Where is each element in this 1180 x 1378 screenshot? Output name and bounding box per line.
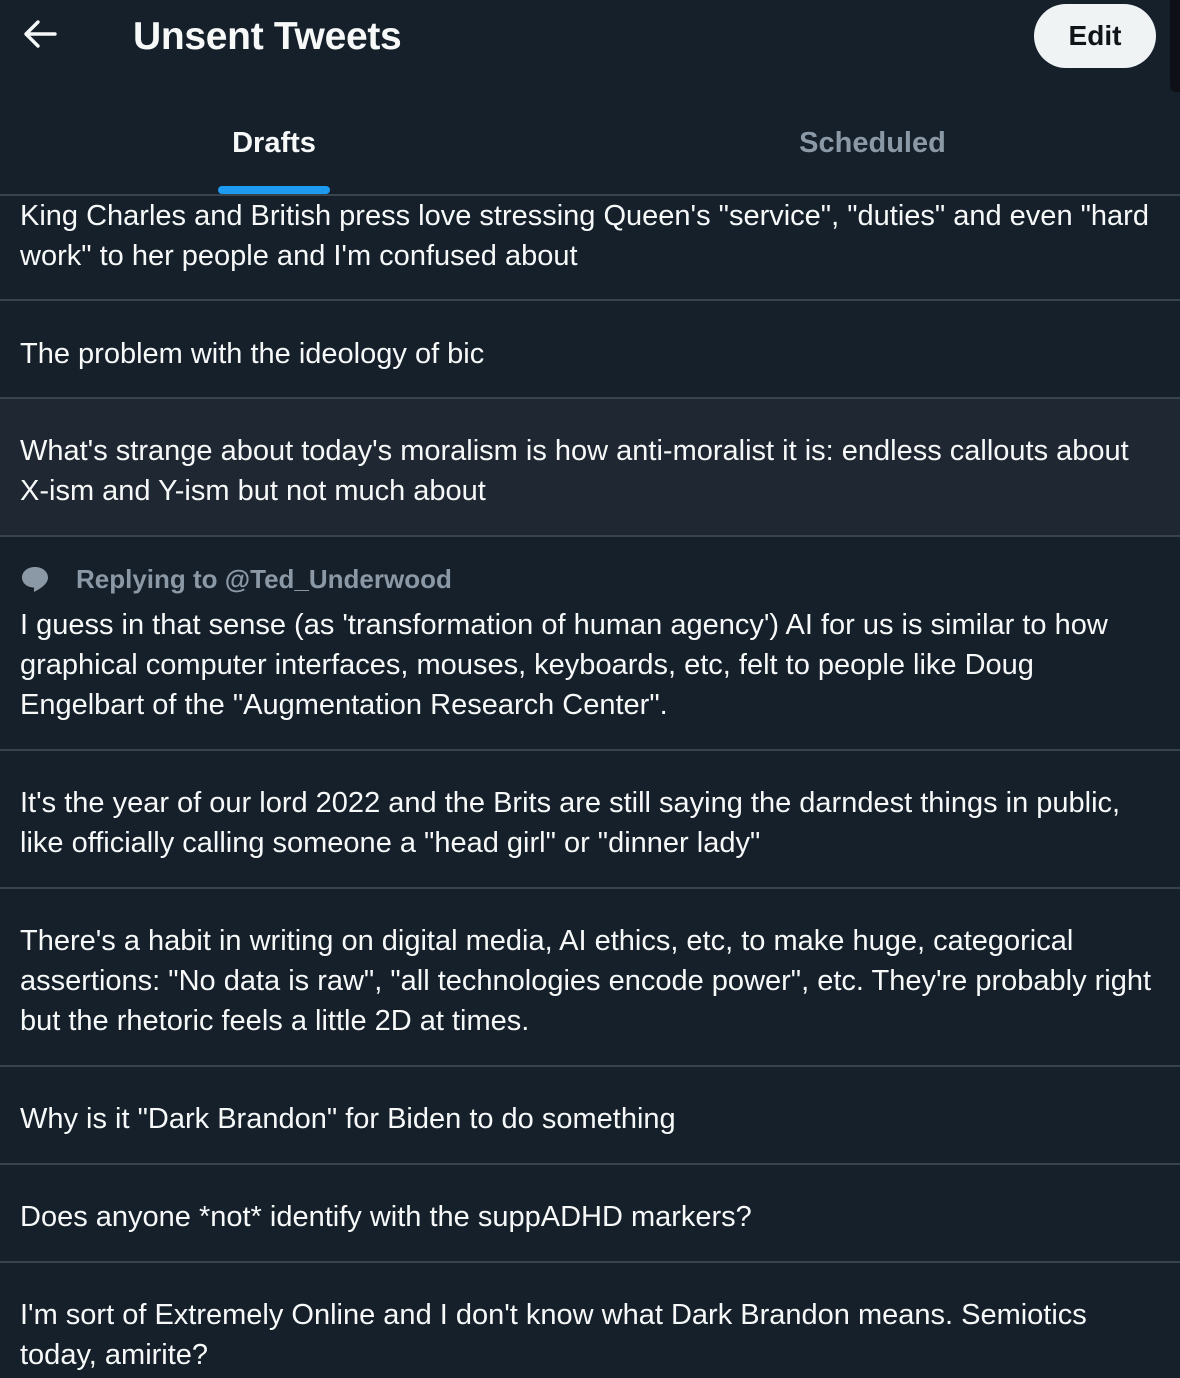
tab-drafts[interactable]: Drafts bbox=[0, 92, 548, 194]
draft-text: The problem with the ideology of bic bbox=[20, 338, 485, 370]
edit-button[interactable]: Edit bbox=[1034, 4, 1156, 68]
draft-text: Why is it "Dark Brandon" for Biden to do… bbox=[20, 1103, 676, 1135]
draft-text: It's the year of our lord 2022 and the B… bbox=[20, 787, 1121, 859]
speech-bubble-icon bbox=[20, 564, 50, 594]
back-button[interactable] bbox=[16, 14, 64, 58]
draft-item[interactable]: There's a habit in writing on digital me… bbox=[0, 889, 1180, 1067]
draft-text: What's strange about today's moralism is… bbox=[20, 435, 1129, 507]
replying-to-label: Replying to @Ted_Underwood bbox=[76, 563, 452, 594]
draft-text: There's a habit in writing on digital me… bbox=[20, 925, 1152, 1037]
page-title: Unsent Tweets bbox=[133, 15, 402, 58]
draft-text: I'm sort of Extremely Online and I don't… bbox=[20, 1299, 1087, 1371]
tab-scheduled[interactable]: Scheduled bbox=[580, 92, 1165, 194]
draft-text: King Charles and British press love stre… bbox=[20, 200, 1149, 272]
draft-item[interactable]: The problem with the ideology of bic bbox=[0, 301, 1180, 399]
draft-item[interactable]: Why is it "Dark Brandon" for Biden to do… bbox=[0, 1067, 1180, 1165]
draft-item[interactable]: It's the year of our lord 2022 and the B… bbox=[0, 751, 1180, 889]
reply-context: Replying to @Ted_Underwood bbox=[20, 561, 452, 597]
draft-item[interactable]: What's strange about today's moralism is… bbox=[0, 399, 1180, 537]
active-tab-indicator bbox=[218, 186, 330, 194]
draft-item[interactable]: Does anyone *not* identify with the supp… bbox=[0, 1165, 1180, 1263]
draft-item[interactable]: Replying to @Ted_Underwood I guess in th… bbox=[0, 537, 1180, 751]
header-bar: Unsent Tweets Edit bbox=[0, 0, 1180, 76]
scrollbar-thumb[interactable] bbox=[1170, 0, 1180, 92]
draft-item[interactable]: I'm sort of Extremely Online and I don't… bbox=[0, 1263, 1180, 1378]
tab-bar: Drafts Scheduled bbox=[0, 92, 1180, 196]
draft-item[interactable]: King Charles and British press love stre… bbox=[0, 196, 1180, 301]
arrow-left-icon bbox=[23, 19, 57, 54]
draft-text: I guess in that sense (as 'transformatio… bbox=[20, 609, 1108, 721]
draft-text: Does anyone *not* identify with the supp… bbox=[20, 1201, 752, 1233]
